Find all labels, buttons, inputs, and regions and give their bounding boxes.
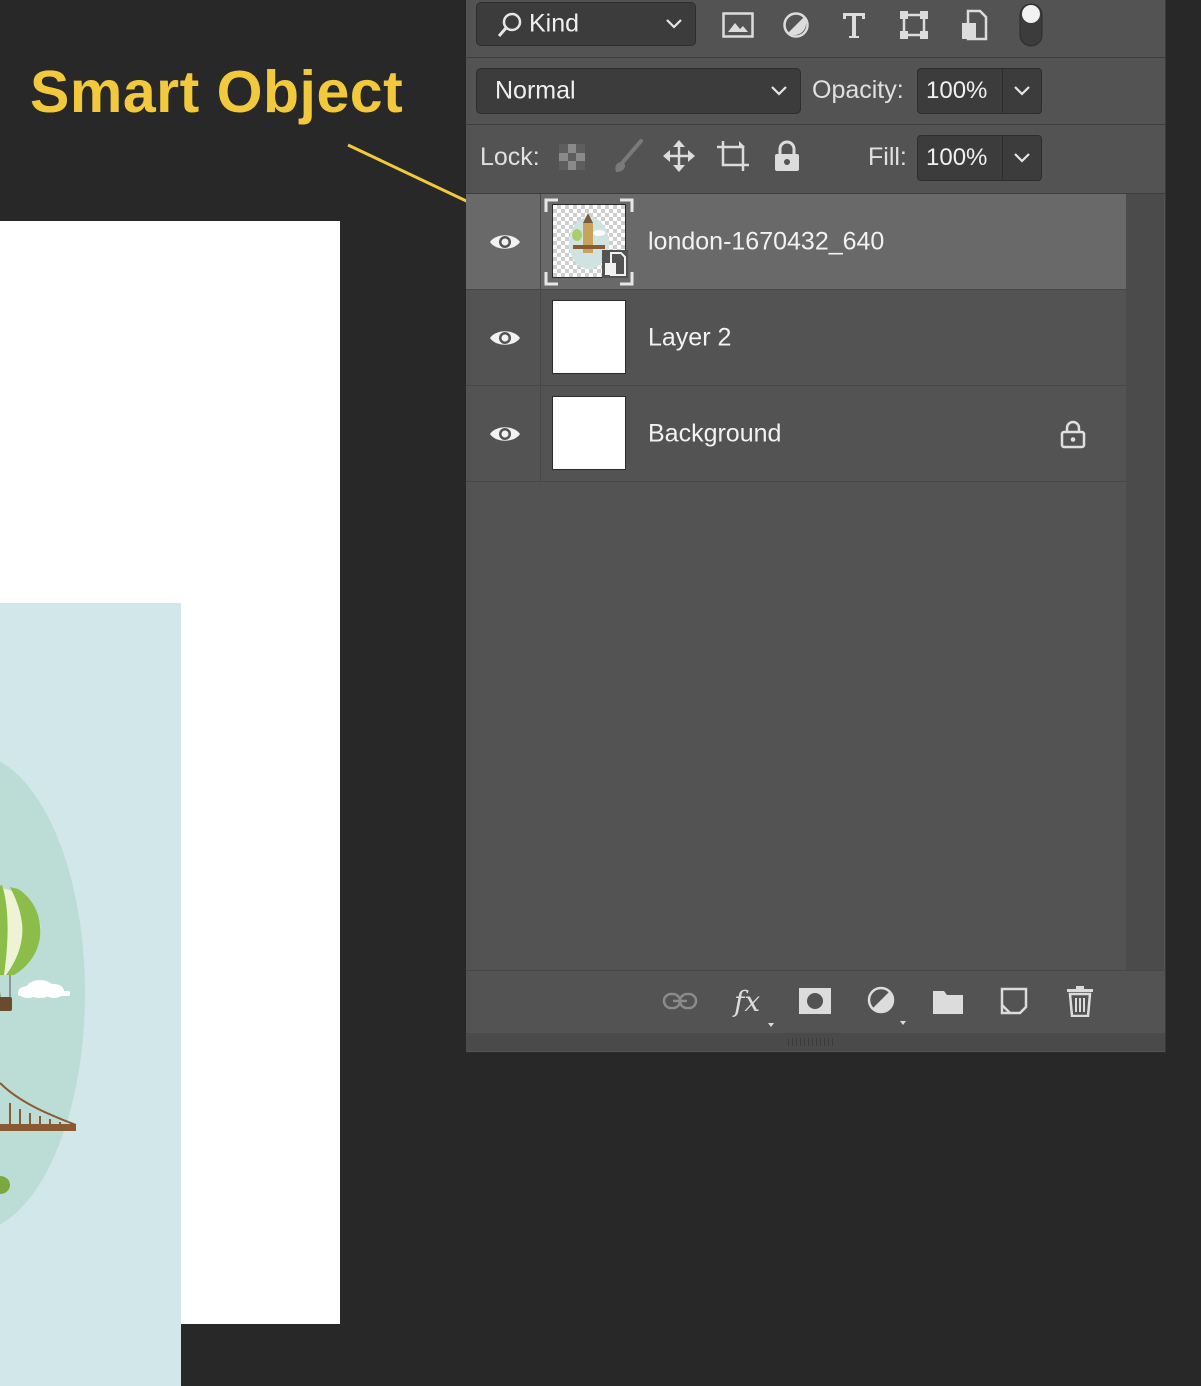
eye-column-divider [540, 290, 541, 385]
search-icon [497, 12, 522, 37]
pixel-layer-filter[interactable] [718, 8, 758, 42]
layer-row-london[interactable]: london-1670432_640 [466, 194, 1126, 290]
fill-field[interactable]: 100% [917, 135, 1042, 181]
panel-resize-grip[interactable] [466, 1033, 1165, 1051]
move-icon [663, 140, 695, 172]
lock-label: Lock: [480, 143, 540, 171]
layer-thumbnail [552, 396, 626, 470]
fx-icon[interactable]: fx [732, 983, 776, 1029]
fill-label: Fill: [868, 143, 907, 171]
layer-name: london-1670432_640 [648, 227, 885, 255]
lock-transparent-pixels[interactable] [556, 141, 588, 173]
visibility-eye-icon[interactable] [488, 423, 522, 445]
adjustment-icon[interactable] [866, 985, 908, 1031]
trash-icon[interactable] [1066, 985, 1094, 1017]
chevron-down-icon [771, 86, 787, 96]
opacity-value: 100% [926, 77, 988, 104]
adjustment-circle-icon [783, 12, 809, 38]
eye-column-divider [540, 194, 541, 289]
opacity-field[interactable]: 100% [917, 68, 1042, 114]
visibility-eye-icon[interactable] [488, 327, 522, 349]
smart-object-callout: Smart Object [30, 59, 404, 125]
link-icon[interactable] [662, 991, 698, 1011]
layer-list: london-1670432_640 Layer 2 Background [466, 194, 1126, 970]
checkerboard-icon [559, 144, 585, 170]
lock-icon [775, 140, 799, 171]
toggle-switch-icon [1019, 3, 1043, 47]
layers-footer: fx [466, 970, 1165, 1033]
balloon-illustration [0, 761, 85, 1225]
adjustment-layer-filter[interactable] [778, 8, 814, 42]
type-layer-filter[interactable] [836, 6, 872, 44]
layer-name: Layer 2 [648, 323, 732, 351]
visibility-eye-icon[interactable] [488, 231, 522, 253]
blend-mode-label: Normal [495, 76, 576, 105]
kind-filter-label: Kind [529, 9, 580, 38]
lock-position[interactable] [660, 137, 698, 175]
chevron-down-icon[interactable] [1013, 152, 1031, 164]
type-icon [843, 13, 865, 38]
layer-thumbnail [552, 300, 626, 374]
chevron-down-icon[interactable] [1013, 85, 1031, 97]
transform-icon [900, 11, 928, 39]
fill-divider [1002, 136, 1003, 180]
filter-toggle[interactable] [1018, 2, 1044, 48]
lock-image-pixels[interactable] [610, 137, 646, 175]
layer-lock-icon[interactable] [1060, 419, 1086, 449]
kind-filter-dropdown[interactable]: Kind [476, 2, 696, 46]
smart-object-icon [962, 9, 988, 41]
image-icon [722, 12, 754, 38]
layer-name: Background [648, 419, 782, 447]
new-layer-icon[interactable] [1000, 987, 1028, 1015]
document-canvas [0, 221, 340, 1386]
folder-icon[interactable] [932, 987, 964, 1015]
layer-list-scrollbar[interactable] [1126, 194, 1164, 970]
grip-lines [788, 1038, 836, 1046]
brush-icon [615, 139, 643, 172]
mask-icon[interactable] [798, 987, 832, 1015]
opacity-divider [1002, 69, 1003, 113]
filter-bar: Kind [466, 0, 1165, 58]
lock-artboard[interactable] [714, 137, 752, 175]
opacity-label: Opacity: [812, 76, 904, 104]
smart-object-badge-icon [602, 250, 628, 278]
lock-all[interactable] [770, 137, 804, 175]
smart-object-filter[interactable] [956, 6, 992, 44]
layer-row-layer-2[interactable]: Layer 2 [466, 290, 1126, 386]
artboard-icon [717, 141, 749, 171]
blend-bar: Normal Opacity: 100% [466, 58, 1165, 125]
eye-column-divider [540, 386, 541, 481]
fill-value: 100% [926, 144, 988, 171]
chevron-down-icon [666, 19, 682, 29]
layer-row-background[interactable]: Background [466, 386, 1126, 482]
svg-text:fx: fx [732, 985, 760, 1018]
layers-panel: Kind Normal Opacity: 100% Lock: Fill: 10… [466, 0, 1166, 1053]
blend-mode-dropdown[interactable]: Normal [476, 68, 801, 114]
london-artwork [0, 603, 181, 1386]
shape-layer-filter[interactable] [896, 6, 932, 44]
lock-bar: Lock: Fill: 100% [466, 125, 1165, 194]
